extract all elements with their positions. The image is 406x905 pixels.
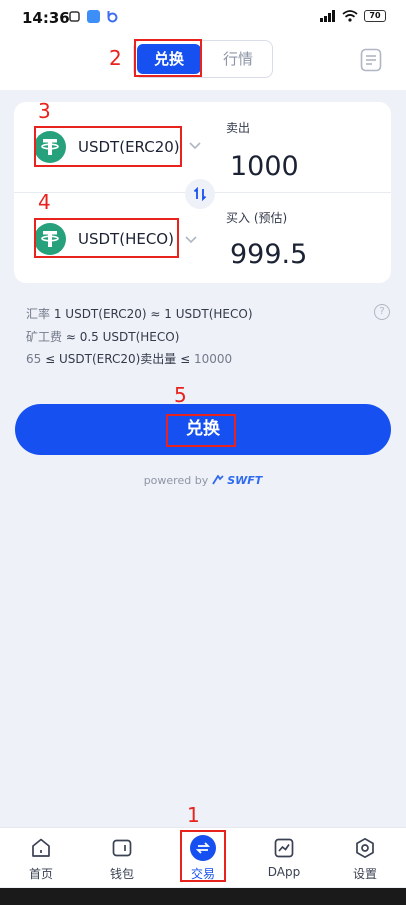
tab-wallet[interactable]: 钱包	[87, 834, 157, 882]
status-time: 14:36	[22, 9, 70, 27]
tab-market[interactable]: 行情	[206, 44, 270, 74]
chevron-down-icon[interactable]	[185, 236, 197, 244]
app-b-icon	[107, 11, 118, 23]
buy-label: 买入 (预估)	[226, 211, 288, 225]
annotation-number: 3	[38, 99, 51, 123]
home-icon	[32, 838, 50, 857]
rate-value: 1 USDT(ERC20) ≈ 1 USDT(HECO)	[53, 307, 253, 321]
battery-icon: 70	[364, 10, 386, 22]
to-token-name: USDT(HECO)	[78, 230, 174, 248]
chevron-down-icon[interactable]	[189, 142, 201, 150]
wifi-icon	[342, 10, 358, 22]
header: 兑换 行情	[0, 36, 406, 90]
limit-min: 65	[26, 352, 42, 366]
powered-by: powered by SWFT	[0, 474, 406, 487]
tether-icon	[34, 131, 66, 163]
segment-control: 兑换 行情	[133, 40, 273, 78]
notification-app-icon	[69, 11, 80, 22]
record-list-icon[interactable]	[360, 48, 382, 72]
buy-amount-value: 999.5	[230, 239, 308, 270]
annotation-number: 4	[38, 190, 51, 214]
tab-settings-label: 设置	[352, 867, 377, 881]
powered-brand: SWFT	[227, 474, 263, 487]
tab-home[interactable]: 首页	[6, 834, 76, 882]
from-token-name: USDT(ERC20)	[78, 138, 180, 156]
annotation-number: 1	[187, 803, 200, 827]
status-bar: 14:36 70	[0, 0, 406, 36]
limit-line: 65 ≤ USDT(ERC20)卖出量 ≤ 10000	[26, 350, 232, 367]
app-blue-icon	[87, 10, 100, 23]
settings-hexagon-icon	[356, 837, 374, 859]
tab-swap[interactable]: 兑换	[137, 44, 201, 74]
limit-text: ≤ USDT(ERC20)卖出量 ≤	[45, 352, 191, 366]
wallet-icon	[112, 839, 132, 857]
limit-max: 10000	[193, 352, 233, 366]
tab-wallet-label: 钱包	[109, 867, 134, 881]
fee-value: ≈ 0.5 USDT(HECO)	[65, 330, 180, 344]
status-app-icons	[68, 10, 119, 23]
swap-direction-button[interactable]	[185, 179, 215, 209]
tab-settings[interactable]: 设置	[330, 834, 400, 882]
rate-label: 汇率	[26, 307, 51, 321]
tab-dapp[interactable]: DApp	[249, 834, 319, 879]
sell-label: 卖出	[226, 121, 251, 135]
tab-dapp-label: DApp	[267, 865, 301, 879]
swft-logo-icon	[211, 474, 224, 485]
powered-prefix: powered by	[143, 474, 209, 487]
chart-icon	[274, 838, 294, 858]
signal-icon	[320, 10, 335, 22]
tab-trade[interactable]: 交易	[168, 834, 238, 882]
annotation-number: 2	[109, 46, 122, 70]
rate-line: 汇率 1 USDT(ERC20) ≈ 1 USDT(HECO)	[26, 305, 253, 322]
swap-card: USDT(ERC20) 卖出 1000 USDT(HECO) 买入 (预估) 9…	[14, 102, 391, 283]
system-nav-bar	[0, 888, 406, 905]
tab-home-label: 首页	[28, 867, 53, 881]
sell-amount-input[interactable]: 1000	[230, 151, 299, 182]
from-token-selector[interactable]: USDT(ERC20)	[34, 131, 180, 163]
fee-label: 矿工费	[26, 330, 63, 344]
status-right: 70	[320, 10, 386, 22]
fee-line: 矿工费 ≈ 0.5 USDT(HECO)	[26, 328, 179, 345]
tab-bar: 首页 钱包 交易 DApp 设置	[0, 827, 406, 887]
annotation-number: 5	[174, 383, 187, 407]
trade-icon	[190, 835, 216, 861]
tether-icon	[34, 223, 66, 255]
help-icon[interactable]: ?	[374, 304, 390, 320]
swap-button[interactable]: 兑换	[15, 404, 391, 455]
swap-arrows-icon	[193, 187, 207, 201]
to-token-selector[interactable]: USDT(HECO)	[34, 223, 174, 255]
tab-trade-label: 交易	[190, 867, 215, 881]
